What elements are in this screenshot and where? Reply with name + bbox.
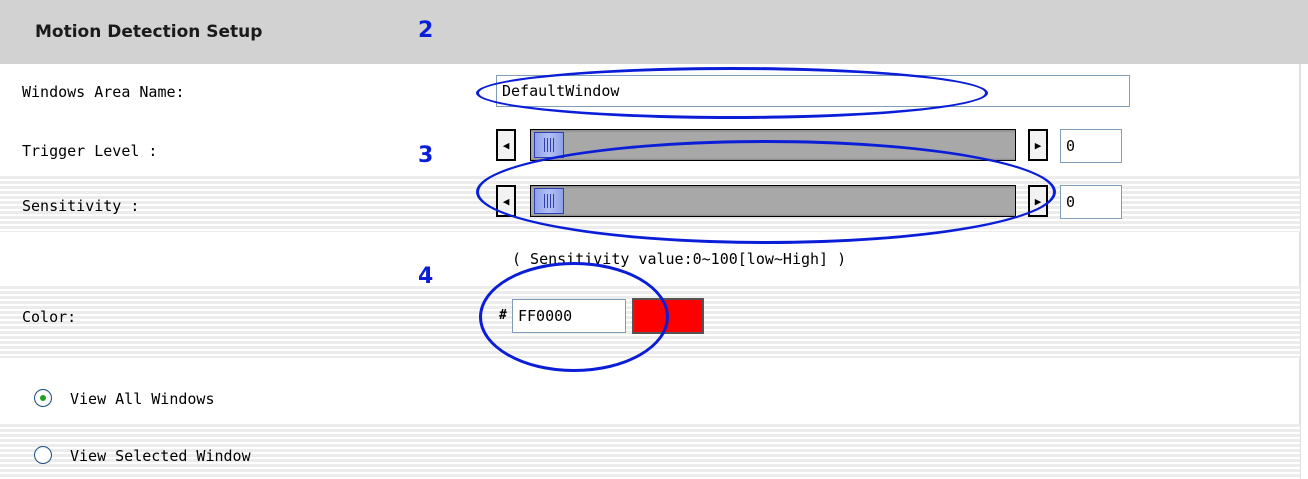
trigger-level-thumb[interactable] (534, 132, 564, 158)
section-header: Motion Detection Setup (0, 0, 1308, 64)
trigger-level-decrease-button[interactable]: ◀ (496, 129, 516, 161)
grip-icon (544, 194, 554, 208)
hash-prefix: # (499, 308, 507, 323)
annotation-marker-3: 3 (418, 143, 434, 168)
view-selected-window-label: View Selected Window (70, 447, 251, 465)
arrow-left-icon: ◀ (502, 138, 510, 152)
annotation-marker-2: 2 (418, 18, 434, 43)
radio-selected-dot (40, 395, 46, 401)
grip-icon (544, 138, 554, 152)
trigger-level-slider[interactable]: ◀ ▶ 0 (496, 129, 1126, 163)
color-swatch[interactable] (632, 298, 704, 334)
sensitivity-label: Sensitivity : (22, 197, 140, 215)
section-title: Motion Detection Setup (35, 22, 263, 42)
arrow-left-icon: ◀ (502, 194, 510, 208)
sensitivity-increase-button[interactable]: ▶ (1028, 185, 1048, 217)
arrow-right-icon: ▶ (1034, 194, 1042, 208)
trigger-level-increase-button[interactable]: ▶ (1028, 129, 1048, 161)
trigger-level-track[interactable] (530, 129, 1016, 161)
window-name-label: Windows Area Name: (22, 83, 185, 101)
window-name-input[interactable]: DefaultWindow (496, 75, 1130, 107)
sensitivity-value[interactable]: 0 (1060, 185, 1122, 219)
color-hex-input[interactable]: FF0000 (512, 299, 626, 333)
trigger-level-label: Trigger Level : (22, 142, 158, 160)
view-all-windows-label: View All Windows (70, 390, 215, 408)
sensitivity-thumb[interactable] (534, 188, 564, 214)
sensitivity-track[interactable] (530, 185, 1016, 217)
panel-border (1299, 64, 1301, 479)
sensitivity-slider[interactable]: ◀ ▶ 0 (496, 185, 1126, 219)
arrow-right-icon: ▶ (1034, 138, 1042, 152)
view-selected-window-radio[interactable] (34, 446, 52, 464)
sensitivity-decrease-button[interactable]: ◀ (496, 185, 516, 217)
trigger-level-value[interactable]: 0 (1060, 129, 1122, 163)
sensitivity-hint: ( Sensitivity value:0~100[low~High] ) (512, 250, 847, 268)
view-all-windows-radio[interactable] (34, 389, 52, 407)
color-label: Color: (22, 308, 77, 326)
